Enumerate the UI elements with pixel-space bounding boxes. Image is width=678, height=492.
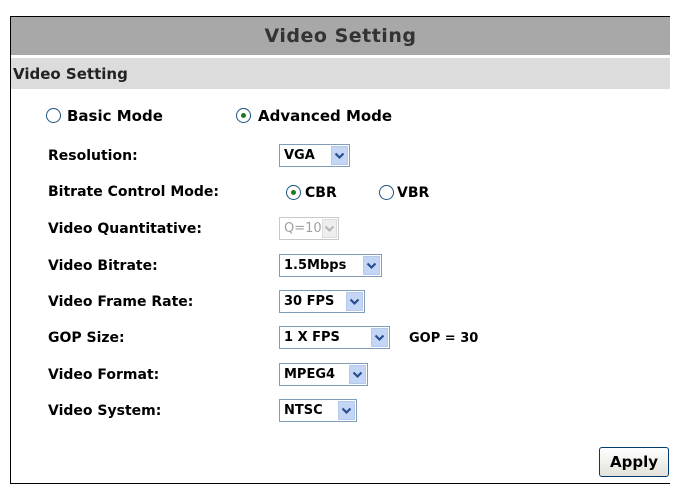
chevron-down-icon — [338, 401, 355, 420]
bitrate-control-label: Bitrate Control Mode: — [48, 184, 219, 200]
video-system-label: Video System: — [48, 403, 162, 419]
gop-size-select[interactable]: 1 X FPS — [279, 326, 390, 349]
video-setting-panel: Video Setting Video Setting Basic Mode A… — [10, 16, 670, 484]
vbr-label[interactable]: VBR — [397, 185, 429, 201]
video-quantitative-select: Q=10 — [279, 217, 339, 240]
video-bitrate-label: Video Bitrate: — [48, 258, 158, 274]
resolution-select[interactable]: VGA — [279, 144, 350, 167]
basic-mode-radio[interactable] — [46, 108, 61, 123]
chevron-down-icon — [371, 328, 388, 347]
video-format-select[interactable]: MPEG4 — [279, 363, 368, 386]
advanced-mode-radio[interactable] — [236, 108, 251, 123]
cbr-label[interactable]: CBR — [305, 185, 337, 201]
panel-title: Video Setting — [11, 17, 670, 55]
video-frame-rate-select[interactable]: 30 FPS — [279, 290, 365, 313]
video-system-select[interactable]: NTSC — [279, 399, 357, 422]
chevron-down-icon — [331, 146, 348, 165]
video-system-value: NTSC — [284, 403, 323, 418]
gop-size-value: 1 X FPS — [284, 330, 340, 345]
resolution-label: Resolution: — [48, 148, 138, 164]
vbr-radio[interactable] — [379, 185, 394, 200]
video-bitrate-value: 1.5Mbps — [284, 258, 347, 273]
gop-note: GOP = 30 — [409, 331, 479, 346]
video-frame-rate-label: Video Frame Rate: — [48, 294, 194, 310]
video-bitrate-select[interactable]: 1.5Mbps — [279, 254, 382, 277]
chevron-down-icon — [321, 219, 337, 238]
chevron-down-icon — [363, 256, 380, 275]
gop-size-label: GOP Size: — [48, 330, 125, 346]
apply-button[interactable]: Apply — [599, 447, 669, 477]
advanced-mode-label[interactable]: Advanced Mode — [258, 107, 392, 125]
video-quantitative-value: Q=10 — [284, 221, 322, 236]
video-quantitative-label: Video Quantitative: — [48, 221, 203, 237]
video-format-label: Video Format: — [48, 367, 160, 383]
chevron-down-icon — [346, 292, 363, 311]
section-title: Video Setting — [11, 58, 670, 89]
chevron-down-icon — [349, 365, 366, 384]
basic-mode-label[interactable]: Basic Mode — [67, 107, 163, 125]
video-format-value: MPEG4 — [284, 367, 336, 382]
resolution-value: VGA — [284, 148, 315, 163]
video-frame-rate-value: 30 FPS — [284, 294, 335, 309]
cbr-radio[interactable] — [286, 185, 301, 200]
